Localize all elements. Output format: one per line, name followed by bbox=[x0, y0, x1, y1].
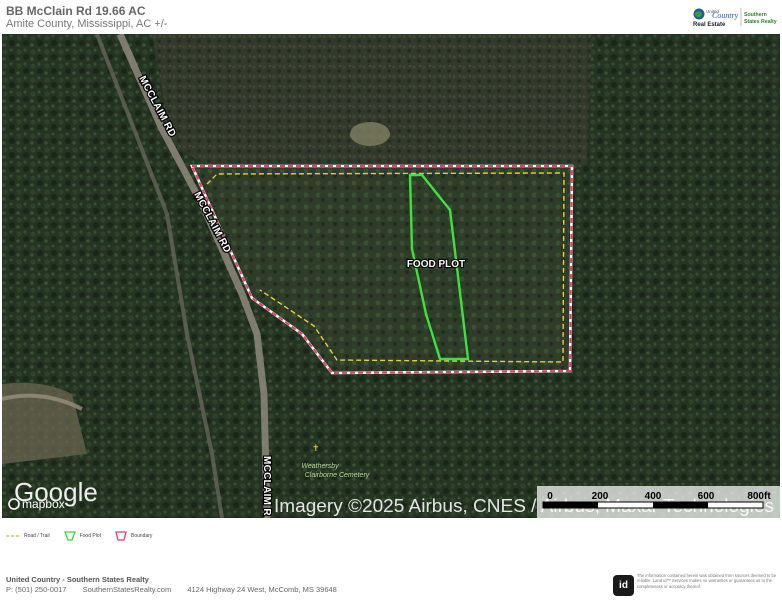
legend-item-boundary: Boundary bbox=[115, 531, 152, 541]
aerial-map[interactable]: FOOD PLOT MCCLAIM RD MCCLAIM RD MCCLAIM … bbox=[2, 34, 780, 518]
scale-tick-600: 600 bbox=[698, 491, 715, 502]
scale-tick-200: 200 bbox=[592, 491, 609, 502]
footer-phone[interactable]: P: (501) 250-0017 bbox=[6, 585, 66, 594]
legend-label-boundary: Boundary bbox=[130, 533, 153, 539]
clearing bbox=[350, 122, 390, 146]
footer-address: 4124 Highway 24 West, McComb, MS 39648 bbox=[187, 585, 337, 594]
footer-website-link[interactable]: SouthernStatesRealty.com bbox=[83, 585, 172, 594]
page-title: BB McClain Rd 19.66 AC bbox=[6, 4, 146, 18]
scale-tick-800: 800ft bbox=[747, 491, 771, 502]
logo-brand-sub: Real Estate bbox=[693, 22, 726, 28]
footer-disclaimer: The information contained herein was obt… bbox=[637, 573, 777, 589]
scale-tick-0: 0 bbox=[547, 491, 553, 502]
scale-tick-400: 400 bbox=[645, 491, 662, 502]
dashed-line-icon bbox=[6, 535, 20, 537]
cutover-area bbox=[152, 34, 592, 174]
logo-partner-line1: Southern bbox=[744, 12, 767, 18]
logo-partner-line2: States Realty bbox=[744, 19, 777, 25]
food-plot-label: FOOD PLOT bbox=[407, 259, 465, 270]
land-id-logo-icon: id bbox=[613, 575, 634, 596]
cemetery-label-line1: Weathersby bbox=[301, 463, 339, 470]
map-legend: Road / Trail Food Plot Boundary bbox=[6, 528, 152, 544]
cemetery-marker-icon: ✝ bbox=[312, 444, 320, 454]
legend-label-trail: Road / Trail bbox=[24, 533, 50, 539]
scale-bar: 0 200 400 600 800ft bbox=[537, 486, 780, 518]
logo-brand-main: Country bbox=[712, 11, 739, 20]
footer-contact: P: (501) 250-0017 SouthernStatesRealty.c… bbox=[6, 585, 351, 594]
legend-item-food-plot: Food Plot bbox=[63, 531, 101, 541]
legend-item-trail: Road / Trail bbox=[6, 533, 50, 539]
cemetery-label-line2: Clairborne Cemetery bbox=[305, 472, 370, 479]
green-polygon-icon bbox=[63, 531, 76, 541]
company-logo: United Country Real Estate Southern Stat… bbox=[692, 6, 780, 28]
footer-company-name: United Country - Southern States Realty bbox=[6, 575, 149, 584]
page-subtitle: Amite County, Mississippi, AC +/- bbox=[6, 18, 168, 30]
pink-polygon-icon bbox=[115, 531, 127, 541]
legend-label-food-plot: Food Plot bbox=[79, 533, 101, 539]
mapbox-attribution: mapbox bbox=[22, 497, 65, 511]
road-label-3: MCCLAIM R bbox=[261, 456, 272, 516]
